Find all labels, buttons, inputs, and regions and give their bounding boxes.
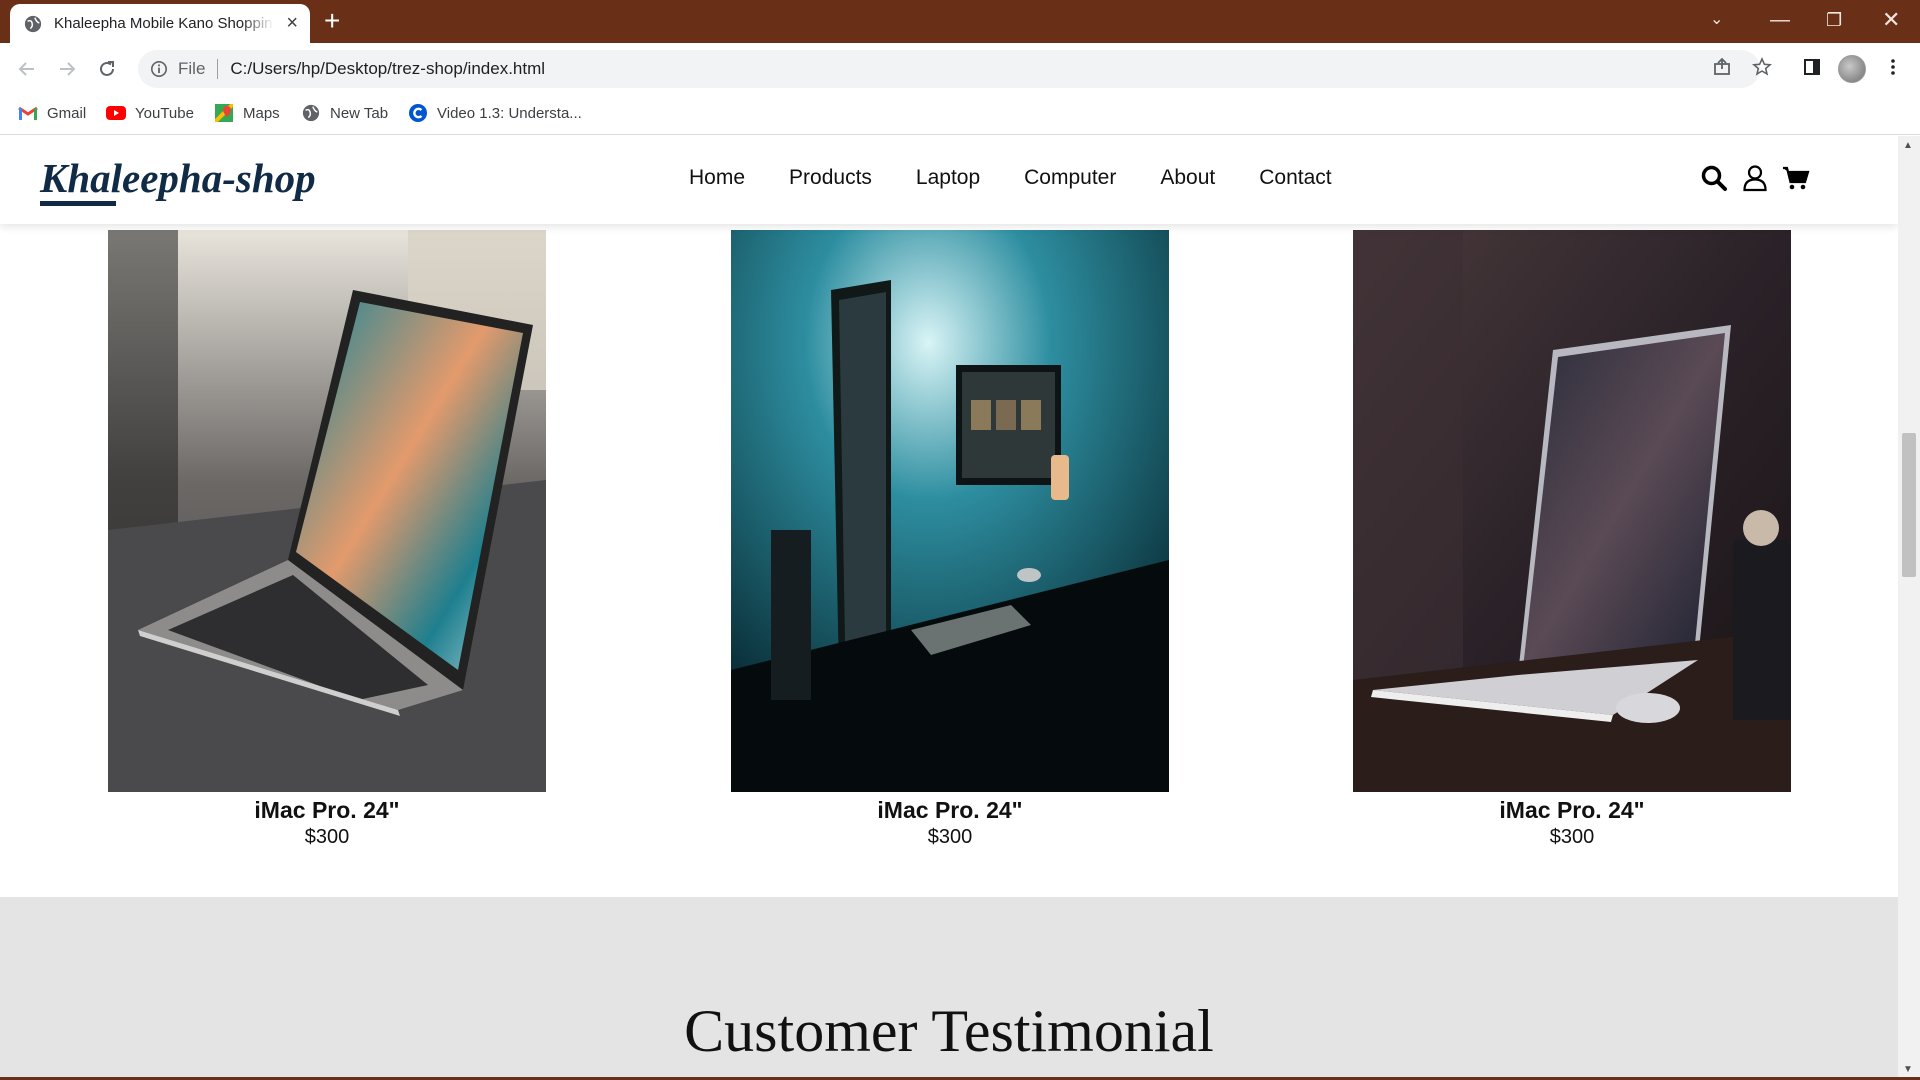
restore-icon[interactable]: ❐ — [1826, 6, 1842, 34]
user-icon[interactable] — [1741, 164, 1769, 192]
share-icon[interactable] — [1707, 52, 1737, 82]
nav-laptop[interactable]: Laptop — [916, 166, 980, 190]
site-header: Khaleepha-shop Home Products Laptop Comp… — [0, 136, 1898, 224]
site-logo[interactable]: Khaleepha-shop — [40, 154, 316, 202]
bookmark-label: Gmail — [47, 104, 87, 122]
bookmark-new-tab[interactable]: New Tab — [301, 103, 388, 123]
scroll-up-icon[interactable]: ▲ — [1903, 140, 1913, 151]
address-divider — [217, 59, 219, 79]
globe-icon — [24, 15, 42, 32]
product-card[interactable]: iMac Pro. 24" $300 — [108, 230, 546, 849]
browser-toolbar: File C:/Users/hp/Desktop/trez-shop/index… — [0, 43, 1920, 95]
bookmark-maps[interactable]: Maps — [214, 103, 280, 123]
forward-icon[interactable] — [52, 54, 82, 84]
browser-titlebar: Khaleepha Mobile Kano Shopping × + ⌄ — ❐… — [0, 0, 1920, 43]
product-price: $300 — [304, 826, 350, 848]
nav-home[interactable]: Home — [689, 166, 745, 190]
product-price: $300 — [927, 826, 973, 848]
info-icon[interactable] — [150, 60, 168, 78]
bookmark-video[interactable]: Video 1.3: Understa... — [408, 103, 582, 123]
back-icon[interactable] — [12, 54, 42, 84]
bookmark-star-icon[interactable] — [1747, 52, 1777, 82]
bookmark-label: Video 1.3: Understa... — [437, 104, 582, 122]
browser-tab-active[interactable]: Khaleepha Mobile Kano Shopping × — [10, 4, 310, 43]
maps-icon — [214, 103, 234, 123]
profile-avatar[interactable] — [1838, 55, 1866, 83]
scroll-down-icon[interactable]: ▼ — [1903, 1064, 1913, 1075]
site-nav: Home Products Laptop Computer About Cont… — [689, 166, 1376, 190]
bookmarks-bar: Gmail YouTube Maps New Tab Video 1.3: Un… — [0, 95, 1920, 135]
bookmark-label: YouTube — [135, 104, 194, 122]
page-scrollbar[interactable]: ▲ ▼ — [1898, 136, 1920, 1080]
globe-icon — [301, 103, 321, 123]
macbook-dark-room-photo[interactable] — [1353, 230, 1791, 792]
product-name[interactable]: iMac Pro. 24" — [731, 797, 1169, 824]
address-url[interactable]: C:/Users/hp/Desktop/trez-shop/index.html — [230, 59, 545, 79]
close-window-icon[interactable]: ✕ — [1882, 6, 1900, 34]
bookmark-label: Maps — [243, 104, 280, 122]
gmail-icon — [18, 103, 38, 123]
bookmark-label: New Tab — [330, 104, 389, 122]
close-tab-icon[interactable]: × — [286, 13, 298, 33]
nav-computer[interactable]: Computer — [1024, 166, 1116, 190]
search-icon[interactable] — [1700, 164, 1728, 192]
address-bar[interactable]: File C:/Users/hp/Desktop/trez-shop/index… — [138, 50, 1760, 88]
new-tab-icon[interactable]: + — [324, 6, 340, 36]
laptop-on-desk-photo[interactable] — [108, 230, 546, 792]
nav-products[interactable]: Products — [789, 166, 872, 190]
side-panel-icon[interactable] — [1797, 52, 1827, 82]
product-name[interactable]: iMac Pro. 24" — [1353, 797, 1791, 824]
nav-about[interactable]: About — [1160, 166, 1215, 190]
youtube-icon — [106, 103, 126, 123]
tab-title: Khaleepha Mobile Kano Shopping — [54, 15, 274, 32]
product-card[interactable]: iMac Pro. 24" $300 — [1353, 230, 1791, 849]
bookmark-gmail[interactable]: Gmail — [18, 103, 86, 123]
testimonial-heading: Customer Testimonial — [684, 998, 1214, 1064]
product-card[interactable]: iMac Pro. 24" $300 — [731, 230, 1169, 849]
address-scheme: File — [178, 59, 206, 78]
minimize-icon[interactable]: — — [1770, 6, 1790, 34]
desktop-monitor-setup-photo[interactable] — [731, 230, 1169, 792]
bookmark-youtube[interactable]: YouTube — [106, 103, 194, 123]
cart-icon[interactable] — [1782, 164, 1810, 192]
nav-contact[interactable]: Contact — [1259, 166, 1331, 190]
tab-search-icon[interactable]: ⌄ — [1710, 6, 1723, 34]
product-price: $300 — [1549, 826, 1595, 848]
coursera-icon — [408, 103, 428, 123]
reload-icon[interactable] — [92, 54, 122, 84]
scrollbar-thumb[interactable] — [1902, 433, 1916, 577]
product-name[interactable]: iMac Pro. 24" — [108, 797, 546, 824]
testimonial-section: Customer Testimonial — [0, 897, 1898, 1080]
browser-menu-icon[interactable] — [1878, 52, 1908, 82]
page-viewport: Khaleepha-shop Home Products Laptop Comp… — [0, 136, 1898, 1080]
logo-underline — [40, 201, 116, 206]
